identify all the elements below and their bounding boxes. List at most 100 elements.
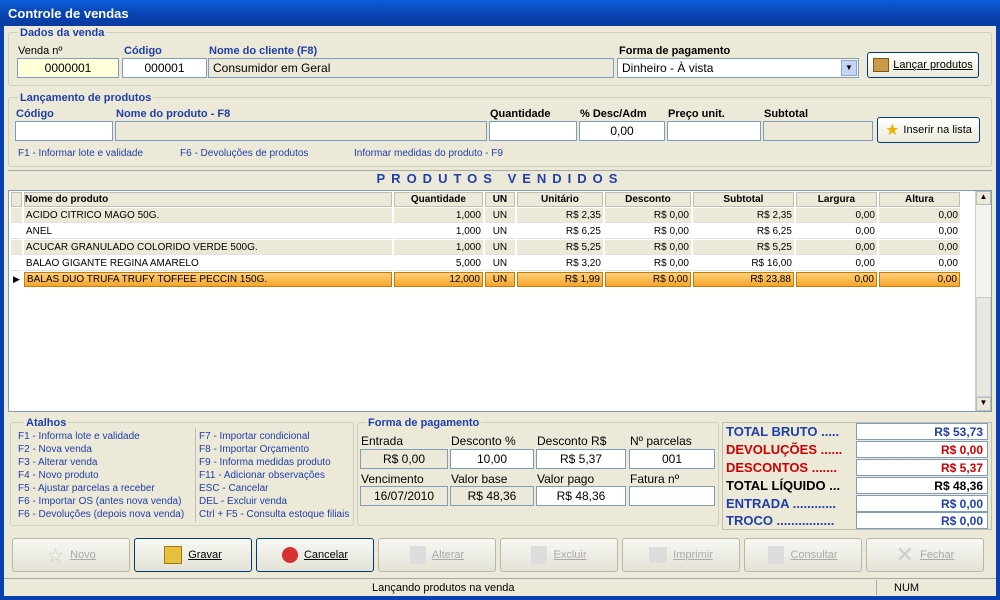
cell-nome: BALAO GIGANTE REGINA AMARELO	[23, 256, 392, 271]
atalho-item: ESC - Cancelar	[199, 483, 269, 494]
scroll-down-icon[interactable]: ▼	[976, 397, 991, 411]
search-icon	[768, 546, 785, 564]
cell-largura: 0,00	[795, 224, 877, 239]
consultar-button[interactable]: Consultar	[744, 538, 862, 572]
cell-quantidade: 5,000	[393, 256, 483, 271]
cell-desconto: R$ 0,00	[604, 256, 691, 271]
scroll-up-icon[interactable]: ▲	[976, 191, 991, 205]
col-subtotal[interactable]: Subtotal	[692, 192, 794, 207]
hint-medidas: Informar medidas do produto - F9	[354, 148, 503, 159]
table-row[interactable]: BALAO GIGANTE REGINA AMARELO 5,000 UN R$ 3,…	[11, 256, 960, 271]
imprimir-button[interactable]: Imprimir	[622, 538, 740, 572]
cell-un: UN	[484, 240, 515, 255]
lanc-subtotal-field	[763, 121, 873, 141]
col-desconto[interactable]: Desconto	[604, 192, 691, 207]
fechar-label: Fechar	[920, 549, 955, 561]
col-quantidade[interactable]: Quantidade	[393, 192, 483, 207]
cell-nome: ANEL	[23, 224, 392, 239]
fatura-field[interactable]	[629, 486, 715, 506]
save-icon	[164, 546, 183, 564]
row-indicator	[11, 208, 22, 223]
cell-unitario: R$ 3,20	[516, 256, 603, 271]
descontos-label: DESCONTOS .......	[726, 460, 838, 475]
fatura-label: Fatura nº	[630, 472, 680, 486]
lanc-desc-field[interactable]: 0,00	[579, 121, 665, 141]
desconto-rs-field[interactable]: R$ 5,37	[536, 449, 626, 469]
row-indicator	[11, 240, 22, 255]
pagamento-select[interactable]: Dinheiro - À vista ▼	[617, 58, 859, 78]
lanc-desc-label: % Desc/Adm	[580, 108, 647, 120]
cell-subtotal: R$ 16,00	[692, 256, 794, 271]
excluir-button[interactable]: Excluir	[500, 538, 618, 572]
fechar-button[interactable]: ✕ Fechar	[866, 538, 984, 572]
entrada-total-value: R$ 0,00	[856, 495, 988, 512]
descontos-value: R$ 5,37	[856, 459, 988, 476]
entrada-field[interactable]: R$ 0,00	[360, 449, 448, 469]
table-row-selected[interactable]: ▶ BALAS DUO TRUFA TRUFY TOFFEE PECCIN 150…	[11, 272, 960, 287]
col-altura[interactable]: Altura	[878, 192, 960, 207]
atalho-item: F3 - Alterar venda	[18, 457, 98, 468]
table-row[interactable]: ANEL 1,000 UN R$ 6,25 R$ 0,00 R$ 6,25 0,00 0,00	[11, 224, 960, 239]
novo-button[interactable]: ☆ Novo	[12, 538, 130, 572]
star-add-icon: ★	[885, 122, 900, 139]
row-indicator-header	[11, 192, 22, 207]
atalho-item: F7 - Importar condicional	[199, 431, 310, 442]
close-icon: ✕	[895, 542, 915, 567]
cell-largura: 0,00	[795, 272, 877, 287]
col-largura[interactable]: Largura	[795, 192, 877, 207]
parcelas-field[interactable]: 001	[629, 449, 715, 469]
products-grid[interactable]: Nome do produto Quantidade UN Unitário D…	[8, 190, 992, 412]
venda-label: Venda nº	[18, 45, 63, 57]
table-row[interactable]: ACIDO CITRICO MAGO 50G. 1,000 UN R$ 2,35 R$ …	[11, 208, 960, 223]
status-message: Lançando produtos na venda	[372, 582, 515, 594]
lanc-nome-field[interactable]	[115, 121, 487, 141]
troco-label: TROCO ................	[726, 513, 835, 528]
scroll-thumb[interactable]	[976, 297, 991, 397]
cell-desconto: R$ 0,00	[604, 208, 691, 223]
lanc-qtd-field[interactable]	[489, 121, 577, 141]
cell-un: UN	[484, 272, 515, 287]
col-unitario[interactable]: Unitário	[516, 192, 603, 207]
venda-field[interactable]: 0000001	[17, 58, 119, 78]
box-icon	[873, 58, 890, 72]
edit-icon	[409, 546, 426, 564]
cancelar-label: Cancelar	[303, 549, 349, 561]
cell-un: UN	[484, 224, 515, 239]
vencimento-label: Vencimento	[361, 472, 424, 486]
cell-largura: 0,00	[795, 240, 877, 255]
col-nome[interactable]: Nome do produto	[23, 192, 392, 207]
vencimento-field[interactable]: 16/07/2010	[360, 486, 448, 506]
status-divider	[876, 580, 877, 595]
star-icon: ☆	[46, 544, 65, 567]
alterar-button[interactable]: Alterar	[378, 538, 496, 572]
gravar-button[interactable]: Gravar	[134, 538, 252, 572]
lancar-produtos-button[interactable]: Lançar produtos	[867, 52, 979, 78]
cliente-label: Nome do cliente (F8)	[209, 45, 318, 57]
total-bruto-value: R$ 53,73	[856, 423, 988, 440]
cell-desconto: R$ 0,00	[604, 272, 691, 287]
table-row[interactable]: ACUCAR GRANULADO COLORIDO VERDE 500G. 1,0…	[11, 240, 960, 255]
desconto-pct-field[interactable]: 10,00	[450, 449, 534, 469]
lanc-preco-field[interactable]	[667, 121, 761, 141]
cell-subtotal: R$ 5,25	[692, 240, 794, 255]
atalho-item: F5 - Ajustar parcelas a receber	[18, 483, 155, 494]
cell-altura: 0,00	[878, 208, 960, 223]
cancelar-button[interactable]: Cancelar	[256, 538, 374, 572]
lanc-codigo-field[interactable]	[15, 121, 113, 141]
row-indicator	[11, 224, 22, 239]
valor-pago-field[interactable]: R$ 48,36	[536, 486, 626, 506]
atalho-item: F2 - Nova venda	[18, 444, 92, 455]
valor-pago-label: Valor pago	[537, 472, 595, 486]
cliente-field[interactable]: Consumidor em Geral	[208, 58, 614, 78]
cell-largura: 0,00	[795, 256, 877, 271]
atalhos-legend: Atalhos	[24, 417, 69, 429]
inserir-na-lista-button[interactable]: ★ Inserir na lista	[877, 117, 980, 143]
novo-label: Novo	[70, 549, 96, 561]
codigo-cliente-label: Código	[124, 45, 162, 57]
cell-largura: 0,00	[795, 208, 877, 223]
codigo-cliente-field[interactable]: 000001	[122, 58, 207, 78]
grid-scrollbar[interactable]: ▲ ▼	[975, 191, 991, 411]
chevron-down-icon[interactable]: ▼	[841, 60, 857, 76]
col-un[interactable]: UN	[484, 192, 515, 207]
entrada-label: Entrada	[361, 434, 404, 448]
